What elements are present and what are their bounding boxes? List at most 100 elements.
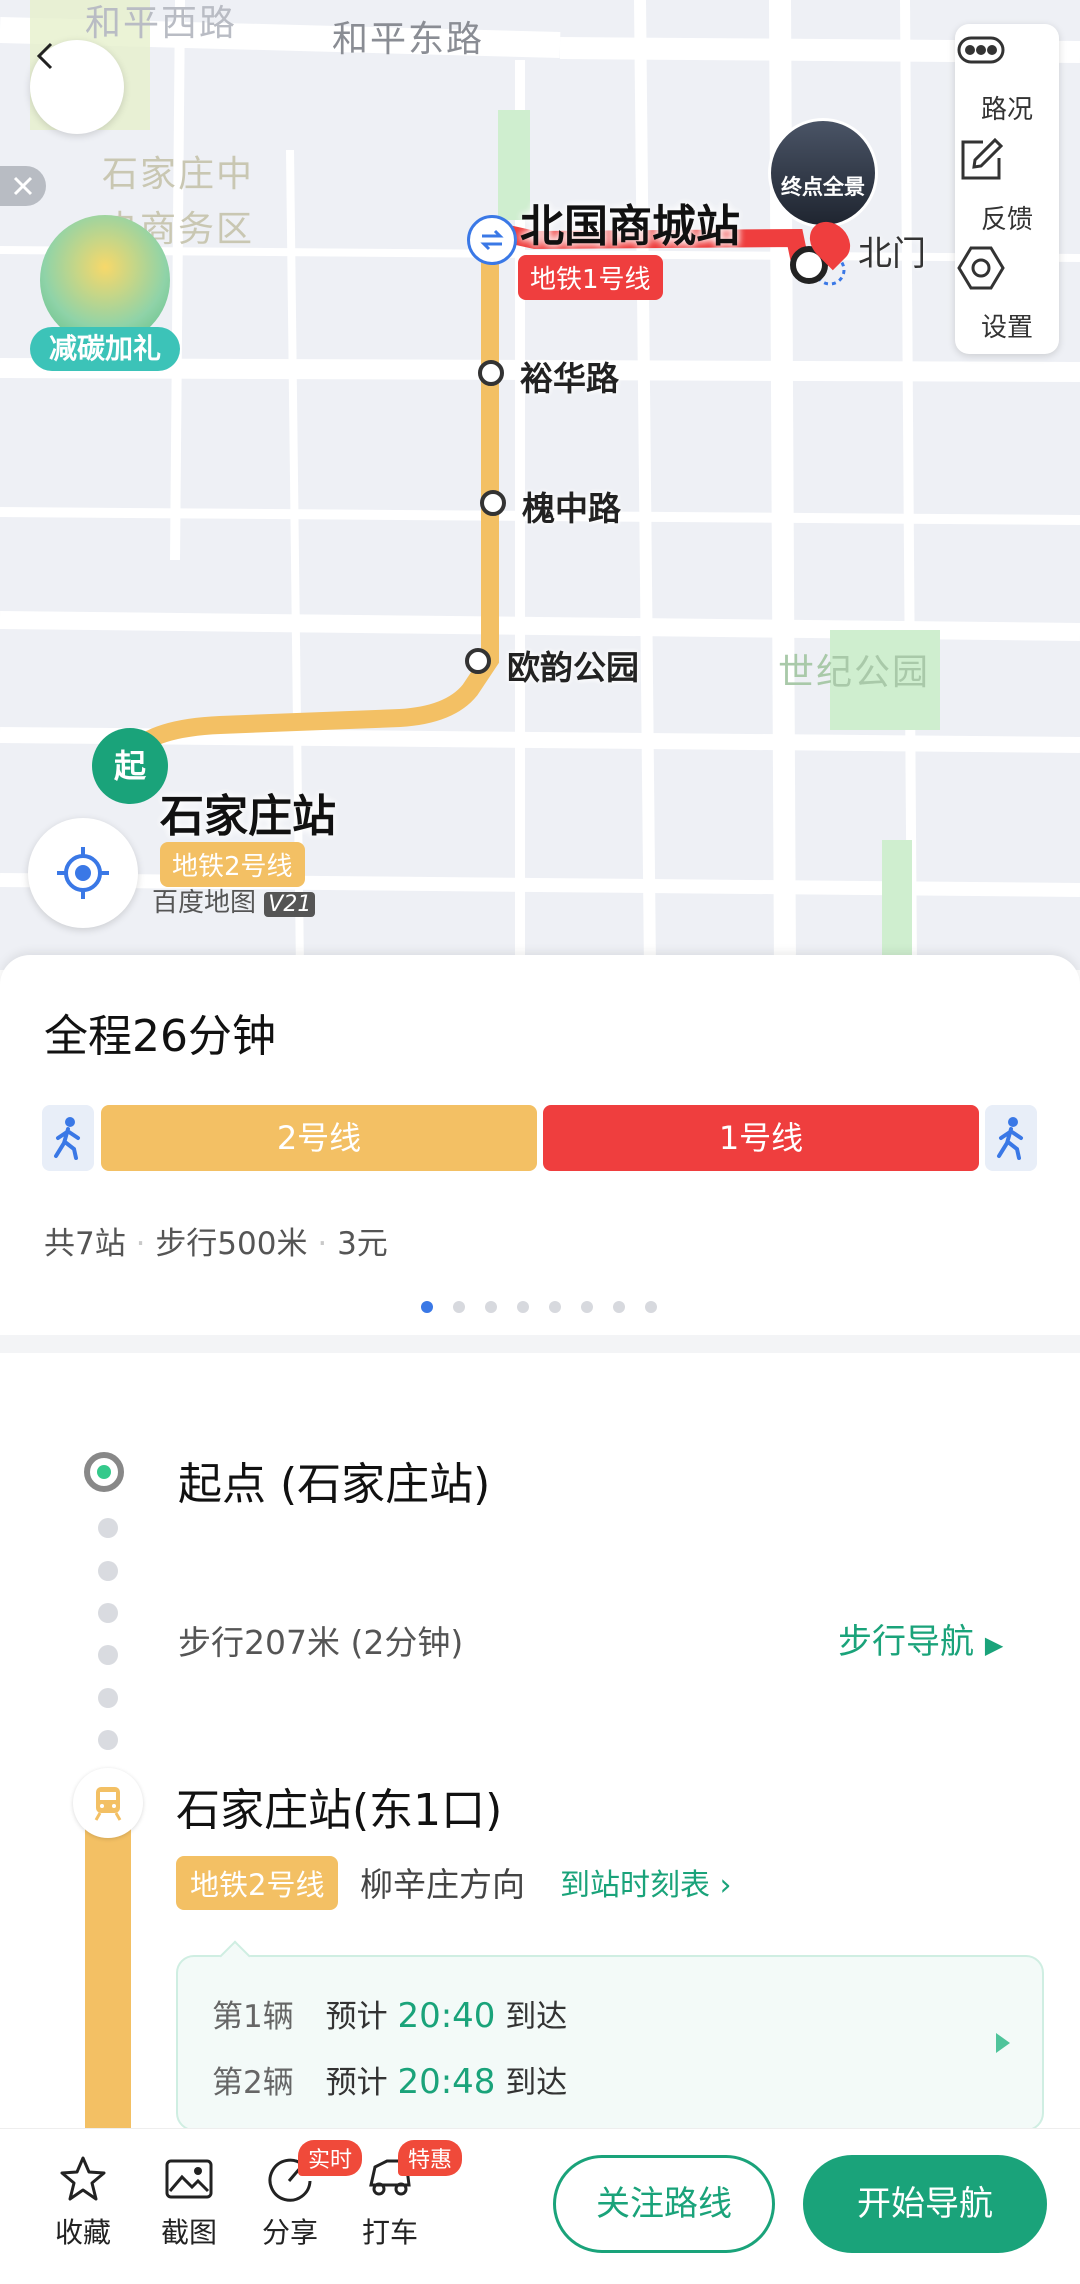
follow-route-button[interactable]: 关注路线 bbox=[553, 2155, 775, 2253]
caret-right-icon: ▶ bbox=[984, 1631, 1004, 1659]
stop-label: 槐中路 bbox=[522, 489, 621, 528]
chevron-left-icon bbox=[36, 42, 53, 70]
favorite-button[interactable]: 收藏 bbox=[38, 2155, 128, 2251]
edit-icon bbox=[961, 137, 1004, 180]
traffic-icon bbox=[957, 36, 1005, 64]
metro-station-icon bbox=[73, 1768, 143, 1838]
chevron-right-icon: › bbox=[719, 1868, 732, 1903]
timetable-label: 到站时刻表 bbox=[560, 1868, 710, 1903]
page-dot-active bbox=[421, 1301, 433, 1313]
line-segment-1: 1号线 bbox=[543, 1105, 979, 1171]
brand-version: V21 bbox=[264, 892, 316, 917]
walk-segment bbox=[42, 1105, 94, 1171]
road-label: 和平东路 bbox=[332, 19, 485, 60]
end-preview-thumbnail[interactable]: 终点全景 bbox=[768, 118, 878, 228]
walk-path-dot bbox=[98, 1561, 118, 1581]
screenshot-button[interactable]: 截图 bbox=[144, 2155, 234, 2251]
feedback-button[interactable]: 反馈 bbox=[955, 134, 1059, 242]
end-line-tag: 地铁1号线 bbox=[518, 255, 663, 300]
arrival-time: 20:40 bbox=[397, 1996, 496, 2036]
traffic-button[interactable]: 路况 bbox=[955, 24, 1059, 132]
back-button[interactable] bbox=[30, 40, 124, 134]
start-station-label: 石家庄站 bbox=[160, 791, 336, 842]
screenshot-label: 截图 bbox=[160, 2216, 217, 2249]
walk-path-dot bbox=[98, 1518, 118, 1538]
walking-icon bbox=[997, 1117, 1023, 1160]
taxi-badge: 特惠 bbox=[398, 2140, 463, 2176]
share-label: 分享 bbox=[261, 2216, 318, 2249]
road-label: 和平西路 bbox=[85, 3, 238, 44]
stop-label: 裕华路 bbox=[520, 359, 619, 398]
line-segment-2: 2号线 bbox=[101, 1105, 537, 1171]
walk-segment bbox=[985, 1105, 1037, 1171]
start-navigation-button[interactable]: 开始导航 bbox=[803, 2155, 1047, 2253]
walk-path-dot bbox=[98, 1688, 118, 1708]
start-line-tag: 地铁2号线 bbox=[160, 842, 305, 887]
brand-name: 百度地图 bbox=[152, 888, 257, 918]
timetable-link[interactable]: 到站时刻表 › bbox=[560, 1860, 732, 1904]
walking-icon bbox=[54, 1117, 80, 1160]
fare: 3元 bbox=[337, 1226, 388, 1262]
start-marker: 起 bbox=[92, 728, 168, 804]
taxi-label: 打车 bbox=[361, 2216, 418, 2249]
end-station-label: 北国商城站 bbox=[520, 201, 740, 252]
favorite-label: 收藏 bbox=[54, 2216, 111, 2249]
end-gate-label: 北门 bbox=[858, 234, 926, 274]
promo-banner[interactable]: 减碳加礼 bbox=[30, 215, 180, 375]
segment-label: 1号线 bbox=[718, 1119, 804, 1157]
stop-label: 欧韵公园 bbox=[507, 648, 639, 687]
direction-label: 柳辛庄方向 bbox=[360, 1865, 525, 1904]
page-dot bbox=[613, 1301, 625, 1313]
area-label: 石家庄中 bbox=[102, 154, 255, 195]
page-dot bbox=[485, 1301, 497, 1313]
arrivals-card[interactable]: 第1辆 预计 20:40 到达 第2辆 预计 20:48 到达 bbox=[176, 1940, 1044, 2131]
settings-icon bbox=[957, 246, 1005, 290]
walk-distance: 步行500米 bbox=[155, 1226, 308, 1262]
start-point-icon bbox=[84, 1452, 124, 1492]
page-dot bbox=[645, 1301, 657, 1313]
stop-marker bbox=[480, 490, 506, 516]
segment-label: 2号线 bbox=[276, 1119, 362, 1157]
arrival-row: 第1辆 预计 20:40 到达 bbox=[212, 1991, 567, 2036]
route-duration: 全程26分钟 bbox=[44, 1011, 276, 1062]
station-count: 共7站 bbox=[44, 1226, 126, 1262]
feedback-label: 反馈 bbox=[980, 205, 1033, 235]
route-map[interactable]: 和平西路 和平东路 石家庄中 央商务区 世纪公园 减碳加礼 终点全景 北门 北国… bbox=[0, 0, 1080, 970]
arrival-index: 第1辆 bbox=[212, 1999, 294, 2035]
settings-button[interactable]: 设置 bbox=[955, 242, 1059, 350]
arrival-suffix: 到达 bbox=[505, 1999, 568, 2035]
route-info: 共7站 · 步行500米 · 3元 bbox=[44, 1226, 388, 1262]
arrival-row: 第2辆 预计 20:48 到达 bbox=[212, 2057, 567, 2102]
arrival-suffix: 到达 bbox=[505, 2065, 568, 2101]
section-divider bbox=[0, 1335, 1080, 1353]
page-dot bbox=[581, 1301, 593, 1313]
locate-me-button[interactable] bbox=[28, 818, 138, 928]
map-tool-panel: 路况 反馈 设置 bbox=[955, 24, 1059, 354]
close-promo-button[interactable] bbox=[0, 166, 46, 206]
detail-line-tag: 地铁2号线 bbox=[176, 1856, 339, 1910]
train-icon bbox=[94, 1787, 122, 1821]
image-icon bbox=[165, 2159, 213, 2199]
walk-nav-link[interactable]: 步行导航 ▶ bbox=[838, 1614, 1003, 1663]
walk-nav-label: 步行导航 bbox=[838, 1622, 974, 1662]
crosshair-icon bbox=[57, 847, 109, 899]
stop-marker bbox=[465, 648, 491, 674]
boarding-station-label: 石家庄站(东1口) bbox=[176, 1785, 503, 1836]
walk-path-dot bbox=[98, 1730, 118, 1750]
arrival-prefix: 预计 bbox=[325, 2065, 388, 2101]
walk-path-dot bbox=[98, 1603, 118, 1623]
settings-label: 设置 bbox=[980, 313, 1033, 343]
start-point-label: 起点 (石家庄站) bbox=[178, 1459, 491, 1510]
end-preview-label: 终点全景 bbox=[781, 175, 865, 199]
arrival-index: 第2辆 bbox=[212, 2065, 294, 2101]
map-brand: 百度地图 V21 bbox=[152, 882, 316, 919]
metro-line-bar bbox=[85, 1800, 131, 2130]
walk-path-dot bbox=[98, 1645, 118, 1665]
promo-label: 减碳加礼 bbox=[30, 327, 180, 371]
caret-right-icon bbox=[996, 2033, 1010, 2053]
walk-step-text: 步行207米 (2分钟) bbox=[178, 1623, 464, 1662]
transfer-icon bbox=[467, 215, 517, 265]
arrival-prefix: 预计 bbox=[325, 1999, 388, 2035]
stop-marker bbox=[478, 360, 504, 386]
start-navigation-label: 开始导航 bbox=[857, 2184, 993, 2224]
